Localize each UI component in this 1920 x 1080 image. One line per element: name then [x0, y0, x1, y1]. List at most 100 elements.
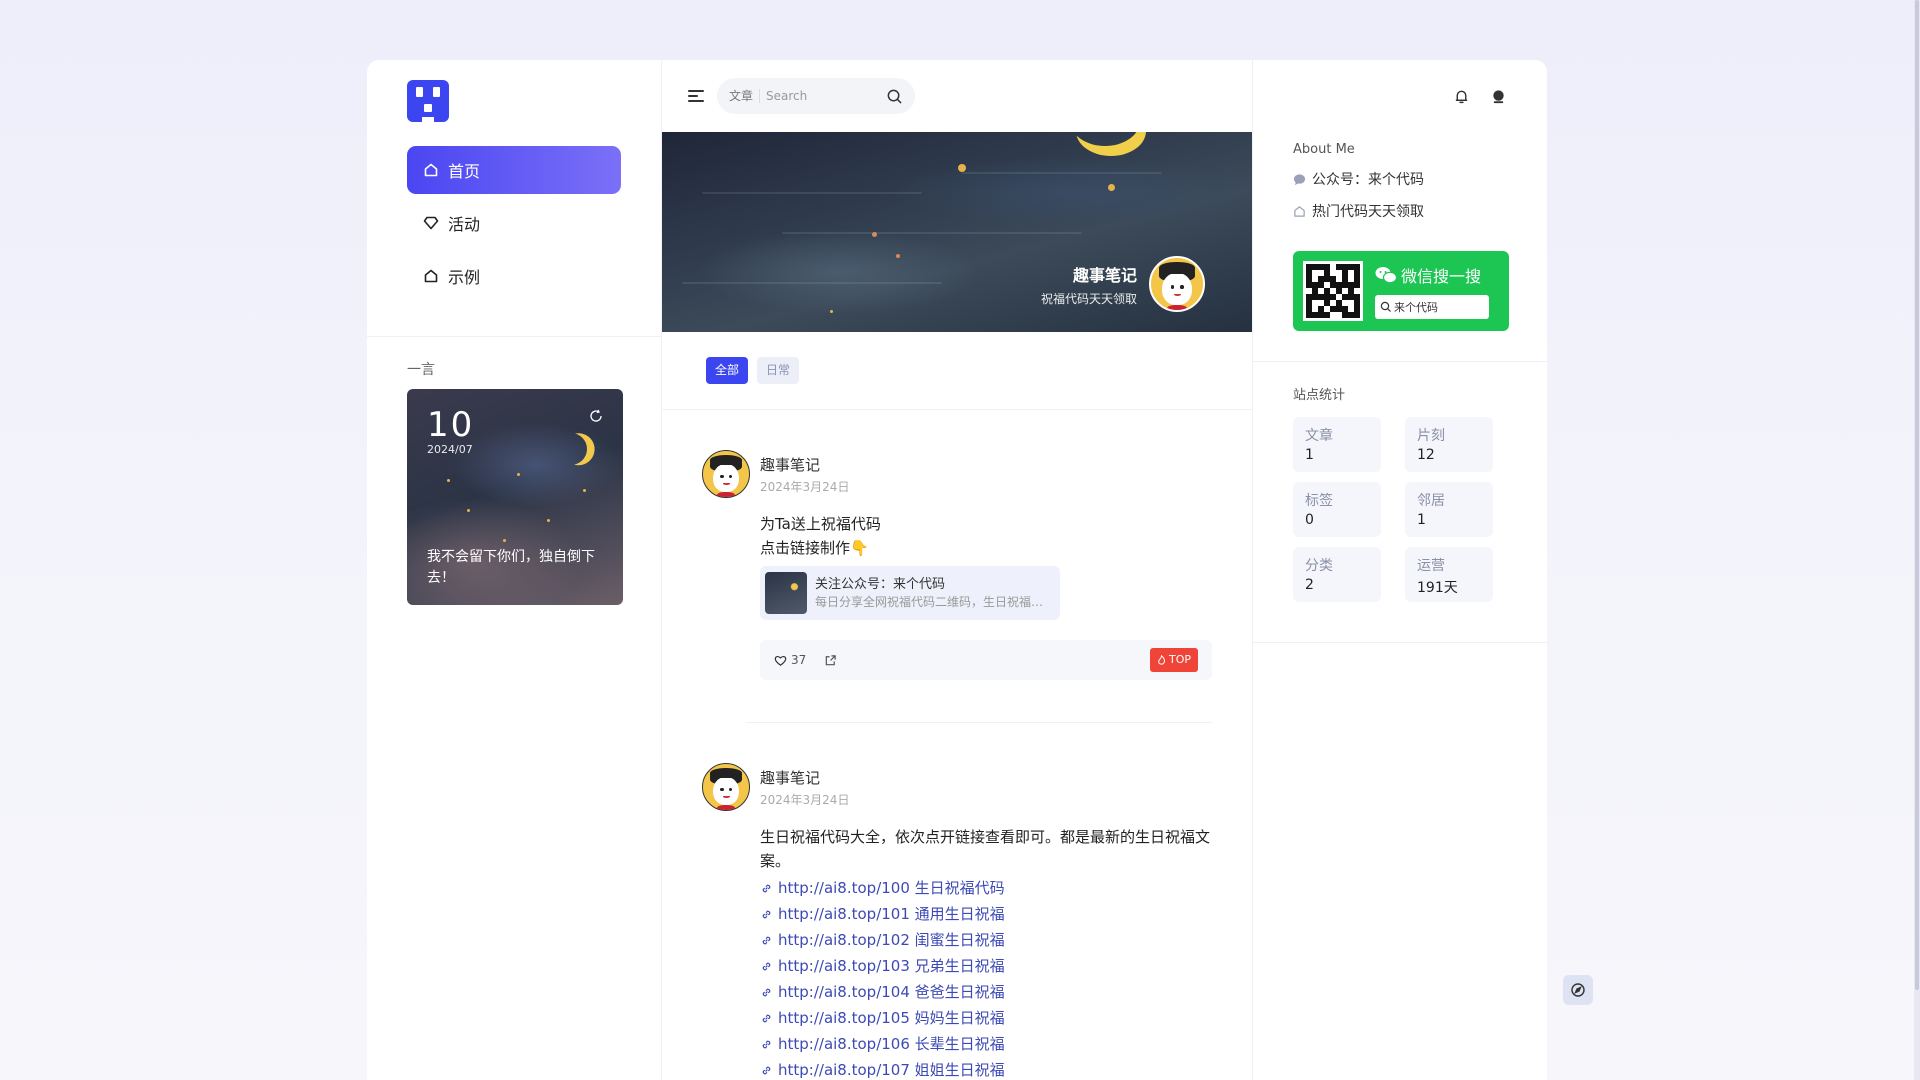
banner-meta: 趣事笔记 祝福代码天天领取	[1041, 262, 1137, 307]
wechat-title: 微信搜一搜	[1375, 263, 1489, 287]
about-item-text: 热门代码天天领取	[1312, 204, 1424, 220]
link-card[interactable]: 关注公众号：来个代码 每日分享全网祝福代码二维码，生日祝福，表白代码等	[760, 566, 1060, 620]
about-section: About Me 公众号：来个代码 热门代码天天领取	[1253, 142, 1547, 221]
diamond-icon	[423, 216, 439, 230]
about-title: About Me	[1293, 142, 1355, 157]
quote-day: 10	[427, 405, 475, 445]
filter-daily[interactable]: 日常	[757, 357, 800, 384]
post-link[interactable]: http://ai8.top/106 长辈生日祝福	[760, 1031, 1212, 1057]
stat-value: 191天	[1417, 580, 1458, 596]
link-description: 每日分享全网祝福代码二维码，生日祝福，表白代码等	[815, 595, 1051, 609]
post-link[interactable]: http://ai8.top/103 兄弟生日祝福	[760, 953, 1212, 979]
nav-label: 首页	[448, 162, 481, 181]
link-list: http://ai8.top/100 生日祝福代码 http://ai8.top/…	[760, 875, 1212, 1080]
nav-item-activity[interactable]: 活动	[407, 199, 621, 247]
search-input[interactable]	[766, 89, 883, 103]
link-icon	[762, 910, 771, 918]
search-icon[interactable]	[886, 88, 903, 105]
app-shell: 首页 活动 示例 一言 10 2024/07 我不会留下你们，独自倒下去！ 文章…	[367, 60, 1547, 1080]
search-box[interactable]: 文章	[717, 78, 915, 114]
banner-name: 趣事笔记	[1072, 266, 1137, 285]
site-logo[interactable]	[407, 80, 449, 122]
author-name[interactable]: 趣事笔记	[760, 454, 849, 475]
stats-title: 站点统计	[1293, 388, 1346, 403]
wechat-search-card[interactable]: 微信搜一搜 来个代码	[1293, 251, 1509, 331]
wechat-icon	[1375, 267, 1397, 284]
profile-banner: 趣事笔记 祝福代码天天领取	[662, 132, 1252, 332]
post-line: 为Ta送上祝福代码	[760, 515, 881, 533]
about-item-codes: 热门代码天天领取	[1293, 201, 1507, 221]
post-card: 趣事笔记 2024年3月24日 生日祝福代码大全，依次点开链接查看即可。都是最新…	[662, 723, 1252, 1080]
post-link[interactable]: http://ai8.top/102 闺蜜生日祝福	[760, 927, 1212, 953]
chat-bubble-icon	[1293, 173, 1306, 185]
wechat-search-box[interactable]: 来个代码	[1375, 295, 1489, 319]
like-button[interactable]: 37	[774, 653, 806, 667]
user-icon[interactable]	[1490, 88, 1507, 105]
right-toolbar	[1253, 60, 1547, 132]
stat-key: 邻居	[1417, 493, 1445, 509]
post-link-text: http://ai8.top/103 兄弟生日祝福	[778, 957, 1005, 975]
link-thumbnail	[765, 572, 807, 614]
avatar[interactable]	[1149, 256, 1205, 312]
moon-decoration	[1070, 132, 1140, 146]
nav-label: 活动	[448, 215, 481, 234]
filter-all[interactable]: 全部	[706, 357, 749, 384]
quote-title: 一言	[407, 362, 435, 378]
home-icon	[1294, 205, 1305, 217]
site-stats: 站点统计 文章 1 片刻 12 标签 0 邻居 1 分类 2 运营 191天	[1253, 362, 1547, 602]
stats-grid: 文章 1 片刻 12 标签 0 邻居 1 分类 2 运营 191天	[1293, 417, 1507, 602]
refresh-icon[interactable]	[589, 409, 603, 423]
post-link-text: http://ai8.top/100 生日祝福代码	[778, 879, 1005, 897]
post-link-text: http://ai8.top/106 长辈生日祝福	[778, 1035, 1005, 1053]
post-link-text: http://ai8.top/104 爸爸生日祝福	[778, 983, 1005, 1001]
share-button[interactable]	[824, 654, 841, 667]
stat-articles: 文章 1	[1293, 417, 1381, 472]
bell-icon[interactable]	[1453, 88, 1470, 105]
stat-tags: 标签 0	[1293, 482, 1381, 537]
stat-key: 文章	[1305, 428, 1333, 444]
main-column: 文章 趣事笔记 祝福代码天天领取	[662, 60, 1252, 1080]
nav-item-examples[interactable]: 示例	[407, 252, 621, 300]
like-count: 37	[791, 653, 807, 667]
stat-uptime: 运营 191天	[1405, 547, 1493, 602]
avatar[interactable]	[702, 450, 750, 498]
link-text: 关注公众号：来个代码 每日分享全网祝福代码二维码，生日祝福，表白代码等	[815, 576, 1051, 610]
share-icon	[825, 654, 837, 665]
heart-icon	[774, 655, 787, 666]
theme-toggle-button[interactable]	[1563, 975, 1593, 1005]
stat-value: 2	[1305, 577, 1314, 593]
post-link[interactable]: http://ai8.top/105 妈妈生日祝福	[760, 1005, 1212, 1031]
post-link[interactable]: http://ai8.top/107 姐姐生日祝福	[760, 1057, 1212, 1080]
link-icon	[762, 1040, 771, 1048]
author-name[interactable]: 趣事笔记	[760, 767, 849, 788]
top-bar: 文章	[662, 60, 1252, 132]
qr-code	[1303, 261, 1363, 321]
post-link[interactable]: http://ai8.top/101 通用生日祝福	[760, 901, 1212, 927]
stat-value: 0	[1305, 512, 1314, 528]
stat-neighbors: 邻居 1	[1405, 482, 1493, 537]
post-link-text: http://ai8.top/102 闺蜜生日祝福	[778, 931, 1005, 949]
post-link[interactable]: http://ai8.top/100 生日祝福代码	[760, 875, 1212, 901]
post-card: 趣事笔记 2024年3月24日 为Ta送上祝福代码 点击链接制作👇 关注公众号：…	[662, 410, 1252, 723]
about-item-wechat: 公众号：来个代码	[1293, 169, 1507, 189]
banner-description: 祝福代码天天领取	[1040, 292, 1137, 306]
stat-value: 12	[1417, 447, 1435, 463]
scrollbar-thumb[interactable]	[1915, 0, 1919, 990]
quote-section: 一言 10 2024/07 我不会留下你们，独自倒下去！	[367, 337, 661, 605]
nav-label: 示例	[448, 268, 481, 287]
avatar[interactable]	[702, 763, 750, 811]
menu-toggle-button[interactable]	[688, 88, 704, 104]
link-icon	[762, 1014, 771, 1022]
left-sidebar: 首页 活动 示例 一言 10 2024/07 我不会留下你们，独自倒下去！	[367, 60, 662, 1080]
stat-key: 运营	[1417, 558, 1445, 574]
quote-card[interactable]: 10 2024/07 我不会留下你们，独自倒下去！	[407, 389, 623, 605]
link-icon	[762, 988, 771, 996]
post-text: 生日祝福代码大全，依次点开链接查看即可。都是最新的生日祝福文案。	[760, 828, 1211, 870]
nav-item-home[interactable]: 首页	[407, 146, 621, 194]
search-scope[interactable]: 文章	[729, 89, 761, 103]
post-header: 趣事笔记 2024年3月24日	[702, 763, 1212, 811]
post-link[interactable]: http://ai8.top/104 爸爸生日祝福	[760, 979, 1212, 1005]
page-scrollbar[interactable]	[1914, 0, 1920, 1080]
stat-categories: 分类 2	[1293, 547, 1381, 602]
stat-moments: 片刻 12	[1405, 417, 1493, 472]
